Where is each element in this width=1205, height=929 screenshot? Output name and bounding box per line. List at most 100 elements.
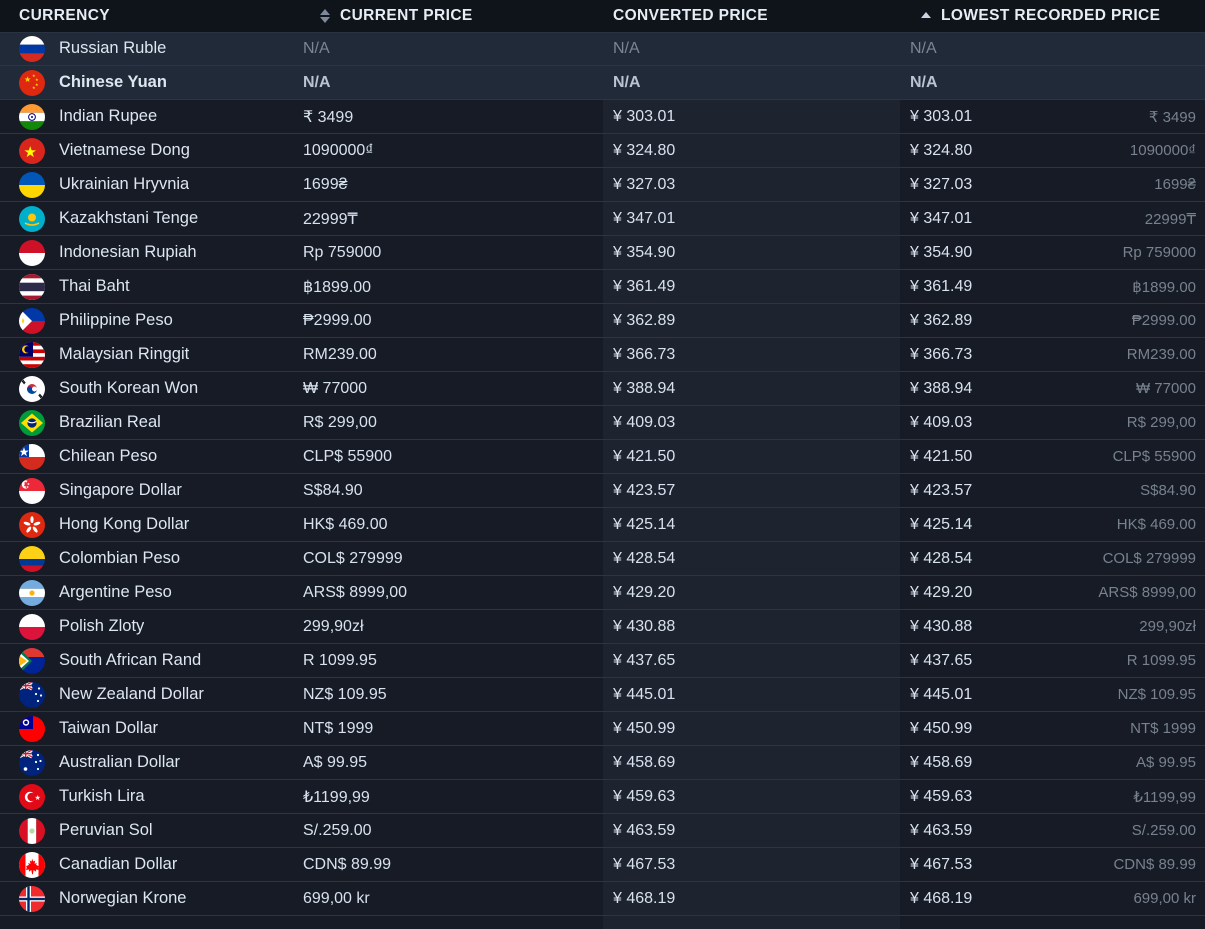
table-row[interactable]: South African Rand R 1099.95 ¥ 437.65 ¥ 437… [0,644,1205,678]
cell-current-price: ARS$ 8999,00 [303,576,603,609]
cell-converted-price: ¥ 445.01 [603,678,900,711]
currency-name: Malaysian Ringgit [59,345,190,363]
current-price-value: 1090000₫ [303,141,374,159]
flag-poland-icon [19,613,45,640]
currency-name: South Korean Won [59,379,199,397]
table-row[interactable]: Australian Dollar A$ 99.95 ¥ 458.69 ¥ 458.6… [0,746,1205,780]
lowest-price-native-value: ARS$ 8999,00 [1098,584,1196,601]
lowest-price-value: ¥ 361.49 [910,277,973,295]
flag-india-icon [19,103,45,130]
cell-converted-price: ¥ 459.63 [603,780,900,813]
flag-south-africa-icon [19,647,45,674]
flag-thailand-icon [19,273,45,300]
table-row[interactable]: Argentine Peso ARS$ 8999,00 ¥ 429.20 ¥ 429.… [0,576,1205,610]
cell-converted-price: ¥ 354.90 [603,236,900,269]
lowest-price-native-value: 22999₸ [1144,210,1196,228]
table-row[interactable]: Indonesian Rupiah Rp 759000 ¥ 354.90 ¥ 354.… [0,236,1205,270]
current-price-value: COL$ 279999 [303,549,403,567]
lowest-price-native-value: ฿1899.00 [1132,278,1196,296]
table-row[interactable]: Chilean Peso CLP$ 55900 ¥ 421.50 ¥ 421.50 CL… [0,440,1205,474]
current-price-value: CDN$ 89.99 [303,855,392,873]
table-row[interactable]: Hong Kong Dollar HK$ 469.00 ¥ 425.14 ¥ 425.… [0,508,1205,542]
table-row[interactable]: Indian Rupee ₹ 3499 ¥ 303.01 ¥ 303.01 ₹ 3499 [0,100,1205,134]
svg-text:★: ★ [35,82,39,87]
table-row[interactable]: Taiwan Dollar NT$ 1999 ¥ 450.99 ¥ 450.99 NT$… [0,712,1205,746]
table-row[interactable]: Norwegian Krone 699,00 kr ¥ 468.19 ¥ 468.19… [0,882,1205,916]
table-row[interactable]: ★ ★ ★ ★ ★ Chinese Yuan N/A N/A N/A [0,66,1205,100]
cell-converted-price: ¥ 409.03 [603,406,900,439]
table-row[interactable]: Brazilian Real R$ 299,00 ¥ 409.03 ¥ 409.03 R… [0,406,1205,440]
cell-converted-price: ¥ 361.49 [603,270,900,303]
converted-price-value: ¥ 463.59 [613,821,676,839]
table-row[interactable]: Philippine Peso ₱2999.00 ¥ 362.89 ¥ 362.89 ₱… [0,304,1205,338]
converted-price-value: ¥ 459.63 [613,787,676,805]
cell-current-price: NZ$ 109.95 [303,678,603,711]
column-header-lowest-recorded-price[interactable]: LOWEST RECORDED PRICE [900,0,1205,32]
converted-price-value: ¥ 361.49 [613,277,676,295]
cell-current-price: 22999₸ [303,202,603,235]
cell-lowest-recorded-price: ¥ 468.19 699,00 kr [900,882,1205,915]
lowest-price-native-value: 1090000₫ [1129,142,1196,159]
cell-current-price: 699,00 kr [303,882,603,915]
cell-lowest-recorded-price: ¥ 324.80 1090000₫ [900,134,1205,167]
flag-peru-icon [19,817,45,844]
cell-current-price: NT$ 1999 [303,712,603,745]
sort-asc-icon[interactable] [919,12,932,20]
lowest-price-native-value: ₱2999.00 [1131,312,1196,329]
cell-converted-price: ¥ 347.01 [603,202,900,235]
cell-current-price: N/A [303,32,603,65]
cell-current-price: COL$ 279999 [303,542,603,575]
cell-converted-price: ¥ 366.73 [603,338,900,371]
cell-lowest-recorded-price: ¥ 458.69 A$ 99.95 [900,746,1205,779]
table-row[interactable]: Canadian Dollar CDN$ 89.99 ¥ 467.53 ¥ 467.5… [0,848,1205,882]
cell-converted-price: ¥ 327.03 [603,168,900,201]
lowest-price-value: ¥ 366.73 [910,345,973,363]
table-row[interactable]: Singapore Dollar S$84.90 ¥ 423.57 ¥ 423.57 S… [0,474,1205,508]
flag-russia-icon [19,35,45,62]
lowest-price-value: ¥ 303.01 [910,107,973,125]
cell-lowest-recorded-price: ¥ 303.01 ₹ 3499 [900,100,1205,133]
current-price-value: NZ$ 109.95 [303,685,387,703]
lowest-price-native-value: S$84.90 [1140,482,1196,499]
sort-both-icon[interactable] [318,9,331,23]
table-row[interactable]: Peruvian Sol S/.259.00 ¥ 463.59 ¥ 463.59 S/.… [0,814,1205,848]
flag-argentina-icon [19,579,45,606]
table-row[interactable]: Russian Ruble N/A N/A N/A [0,32,1205,66]
current-price-value: ₺1199,99 [303,788,370,806]
currency-name: Peruvian Sol [59,821,153,839]
cell-current-price: 1699₴ [303,168,603,201]
converted-price-value: N/A [613,73,641,91]
cell-lowest-recorded-price: ¥ 425.14 HK$ 469.00 [900,508,1205,541]
flag-turkey-icon: ★ [19,783,45,810]
table-row[interactable]: ★ Vietnamese Dong 1090000₫ ¥ 324.80 ¥ 324.80… [0,134,1205,168]
flag-new-zealand-icon [19,681,45,708]
column-header-converted-price[interactable]: CONVERTED PRICE [603,0,900,32]
table-row[interactable]: South Korean Won ₩ 77000 ¥ 388.94 ¥ 388.94 ₩… [0,372,1205,406]
converted-price-value: ¥ 421.50 [613,447,676,465]
table-row[interactable]: New Zealand Dollar NZ$ 109.95 ¥ 445.01 ¥ 44… [0,678,1205,712]
cell-converted-price: ¥ 463.59 [603,814,900,847]
table-row[interactable]: Ukrainian Hryvnia 1699₴ ¥ 327.03 ¥ 327.03 16… [0,168,1205,202]
current-price-value: NT$ 1999 [303,719,374,737]
table-row[interactable]: Thai Baht ฿1899.00 ¥ 361.49 ¥ 361.49 ฿1899.0… [0,270,1205,304]
cell-currency: Canadian Dollar [0,848,303,881]
cell-lowest-recorded-price: ¥ 463.59 S/.259.00 [900,814,1205,847]
lowest-price-native-value: R 1099.95 [1126,652,1196,669]
converted-price-value: ¥ 347.01 [613,209,676,227]
column-header-current-price[interactable]: CURRENT PRICE [303,0,603,32]
currency-name: Chilean Peso [59,447,158,465]
cell-lowest-recorded-price: ¥ 421.50 CLP$ 55900 [900,440,1205,473]
table-row[interactable]: Malaysian Ringgit RM239.00 ¥ 366.73 ¥ 366.7… [0,338,1205,372]
cell-current-price: ฿1899.00 [303,270,603,303]
cell-currency: Australian Dollar [0,746,303,779]
flag-philippines-icon [19,307,45,334]
column-header-currency[interactable]: CURRENCY [0,0,303,32]
table-row[interactable]: Colombian Peso COL$ 279999 ¥ 428.54 ¥ 428.5… [0,542,1205,576]
column-header-current-price-label: CURRENT PRICE [340,7,473,24]
table-row[interactable]: Kazakhstani Tenge 22999₸ ¥ 347.01 ¥ 347.01 2… [0,202,1205,236]
current-price-value: 299,90zł [303,617,364,635]
cell-lowest-recorded-price: ¥ 429.20 ARS$ 8999,00 [900,576,1205,609]
table-row[interactable]: Polish Zloty 299,90zł ¥ 430.88 ¥ 430.88 299,… [0,610,1205,644]
table-row[interactable]: ★ Turkish Lira ₺1199,99 ¥ 459.63 ¥ 459.63 ₺11… [0,780,1205,814]
cell-current-price: CLP$ 55900 [303,440,603,473]
